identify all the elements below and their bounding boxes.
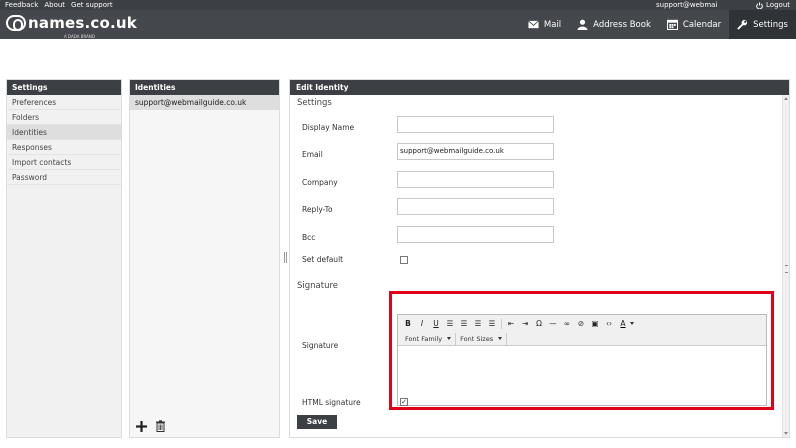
signature-label: Signature [302,341,339,350]
username-label: support@webmailg [656,1,718,9]
brand-tagline: A DADA BRAND [64,34,95,39]
signature-highlight-box [389,291,774,410]
company-field[interactable] [397,171,554,188]
logo-mark-icon [6,15,26,31]
identities-panel: Identities support@webmailguide.co.uk [129,79,280,438]
logout-button[interactable]: Logout [756,1,790,9]
reply-to-field[interactable] [397,198,554,215]
scroll-down-icon[interactable] [784,432,788,435]
reply-to-label: Reply-To [302,205,333,214]
edit-identity-title: Edit Identity [290,80,789,95]
email-field[interactable]: support@webmailguide.co.uk [397,143,554,160]
panel-splitter[interactable] [284,252,287,263]
nav-calendar-label: Calendar [682,19,722,30]
nav-settings[interactable]: Settings [729,10,796,39]
settings-panel-title: Settings [7,80,121,95]
display-name-label: Display Name [302,123,355,132]
about-link[interactable]: About [44,1,65,9]
signature-section-title: Signature [297,281,339,291]
edit-scrollbar[interactable] [782,95,789,437]
nav-address-book-label: Address Book [593,19,651,30]
top-links: Feedback About Get support [5,1,113,9]
settings-item-folders[interactable]: Folders [7,110,121,125]
calendar-icon [666,19,678,30]
save-button[interactable]: Save [297,415,337,429]
settings-item-password[interactable]: Password [7,170,121,185]
settings-item-preferences[interactable]: Preferences [7,95,121,110]
settings-panel: Settings Preferences Folders Identities … [6,79,122,438]
scroll-up-icon[interactable] [784,97,788,100]
set-default-checkbox[interactable] [400,256,408,264]
main-nav: Mail Address Book Calendar Settings [520,10,796,39]
nav-address-book[interactable]: Address Book [569,10,659,39]
nav-mail[interactable]: Mail [520,10,569,39]
logout-label: Logout [766,1,790,9]
nav-calendar[interactable]: Calendar [659,10,729,39]
trash-icon[interactable] [155,420,166,432]
html-signature-label: HTML signature [302,398,361,407]
bcc-label: Bcc [302,233,316,242]
identity-row[interactable]: support@webmailguide.co.uk [130,95,279,110]
set-default-label: Set default [302,255,344,264]
person-icon [577,19,588,30]
scroll-grip[interactable] [785,265,788,273]
get-support-link[interactable]: Get support [71,1,113,9]
add-icon[interactable] [136,420,147,432]
settings-item-responses[interactable]: Responses [7,140,121,155]
email-label: Email [302,150,323,159]
company-label: Company [302,178,338,187]
settings-item-import-contacts[interactable]: Import contacts [7,155,121,170]
settings-item-identities[interactable]: Identities [7,125,121,140]
nav-mail-label: Mail [543,19,562,30]
app-header: names.co.uk A DADA BRAND Mail Address Bo… [0,10,796,39]
envelope-icon [528,20,539,29]
feedback-link[interactable]: Feedback [5,1,38,9]
brand-name: names.co.uk [28,14,137,32]
top-strip: Feedback About Get support support@webma… [0,0,796,10]
display-name-field[interactable] [397,116,554,133]
wrench-icon [737,19,748,30]
bcc-field[interactable] [397,226,554,243]
brand-logo[interactable]: names.co.uk A DADA BRAND [6,14,137,39]
power-icon [756,1,763,9]
nav-settings-label: Settings [753,19,788,30]
identity-tools [136,420,166,432]
identities-panel-title: Identities [130,80,279,95]
settings-section-title: Settings [297,98,332,108]
